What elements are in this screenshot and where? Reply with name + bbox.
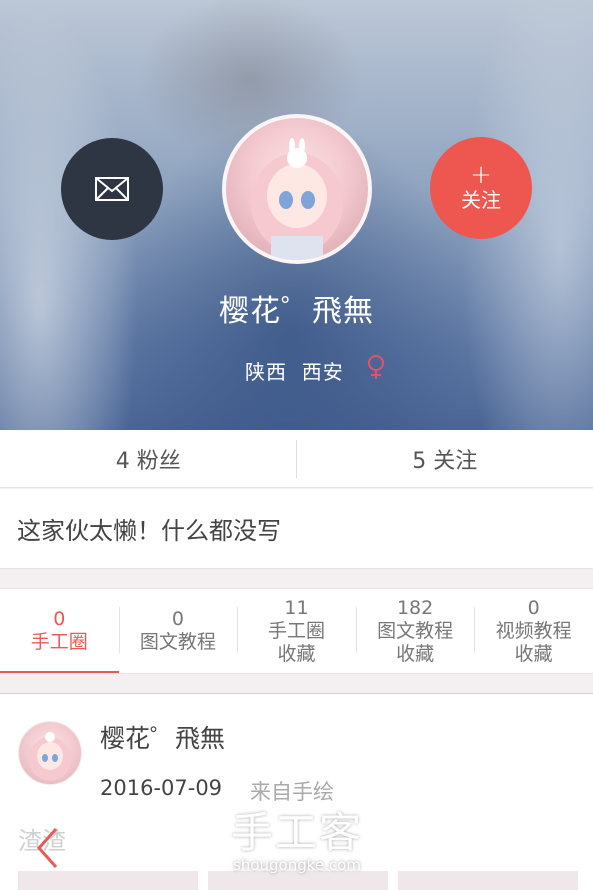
tab-count: 0 xyxy=(527,596,540,619)
watermark-title: 手工客 xyxy=(230,808,363,857)
post-author-avatar[interactable] xyxy=(18,721,82,785)
tab-label: 视频教程 xyxy=(495,619,572,642)
follow-button[interactable]: + 关注 xyxy=(430,137,532,239)
female-icon xyxy=(366,354,386,384)
location-province: 陕西 xyxy=(245,360,287,384)
message-button[interactable] xyxy=(61,138,163,240)
tab-count: 11 xyxy=(284,596,309,619)
watermark-url: shougongke.com xyxy=(233,856,361,874)
avatar-illustration xyxy=(29,732,71,781)
tab-image-tutorials[interactable]: 0 图文教程 xyxy=(118,589,238,673)
tab-count: 0 xyxy=(171,608,184,630)
tab-label-line2: 收藏 xyxy=(514,642,553,665)
back-button[interactable] xyxy=(34,826,60,874)
tab-handcraft-circle-favorites[interactable]: 11 手工圈 收藏 xyxy=(237,589,356,673)
profile-tabs: 0 手工圈 0 图文教程 11 手工圈 收藏 182 图文教程 收藏 0 视频教… xyxy=(0,588,593,674)
location-city: 西安 xyxy=(301,360,344,384)
post-source: 来自手绘 xyxy=(250,780,334,804)
profile-bio: 这家伙太懒！什么都没写 xyxy=(0,489,593,569)
following-count[interactable]: 5 关注 xyxy=(297,430,593,487)
watermark: 手工客 shougongke.com xyxy=(222,808,372,875)
tab-label: 手工圈 xyxy=(30,631,88,653)
fans-count[interactable]: 4 粉丝 xyxy=(0,430,297,487)
tab-count: 182 xyxy=(396,596,434,619)
tab-image-tutorial-favorites[interactable]: 182 图文教程 收藏 xyxy=(355,589,475,673)
profile-location: 陕西 西安 xyxy=(245,356,344,385)
follow-label: 关注 xyxy=(461,188,501,212)
tab-video-tutorial-favorites[interactable]: 0 视频教程 收藏 xyxy=(474,589,593,673)
avatar[interactable] xyxy=(222,114,372,264)
plus-icon: + xyxy=(470,160,492,190)
envelope-icon xyxy=(95,177,129,201)
stats-divider xyxy=(296,440,297,478)
post-author-name[interactable]: 樱花゜飛無 xyxy=(100,719,225,755)
post-date: 2016-07-09 xyxy=(100,776,223,800)
tab-label-line2: 收藏 xyxy=(396,642,435,665)
tab-label-line2: 收藏 xyxy=(277,642,316,665)
tab-count: 0 xyxy=(53,608,66,630)
avatar-illustration xyxy=(251,138,343,260)
post-thumbnail[interactable] xyxy=(398,871,578,890)
profile-username: 樱花゜飛無 xyxy=(219,294,374,329)
chevron-left-icon xyxy=(36,827,58,869)
tab-handcraft-circle[interactable]: 0 手工圈 xyxy=(0,589,119,673)
profile-header: + 关注 樱花゜飛無 陕西 西安 xyxy=(0,0,593,430)
tab-label: 图文教程 xyxy=(139,631,216,653)
stats-bar: 4 粉丝 5 关注 xyxy=(0,430,593,488)
tab-label: 图文教程 xyxy=(377,619,454,642)
tab-label: 手工圈 xyxy=(267,619,325,642)
